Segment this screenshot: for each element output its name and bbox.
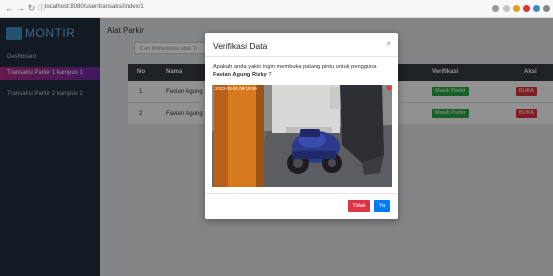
- extension-icon[interactable]: [523, 5, 530, 12]
- address-bar[interactable]: localhost:8080/user/transaksi/index/1: [45, 4, 144, 10]
- arrow-left-icon[interactable]: ←: [4, 3, 15, 14]
- menu-icon[interactable]: [543, 5, 550, 12]
- modal-title: Verifikasi Data: [213, 41, 268, 51]
- camera-snapshot: 2023-03-01 09:19:06: [212, 85, 392, 187]
- modal-message: Apakah anda yakin ingin membuka palang p…: [213, 63, 391, 79]
- divider: [205, 193, 398, 194]
- close-icon[interactable]: ×: [386, 39, 391, 48]
- message-end: ?: [266, 72, 272, 78]
- user-name: Favian Agung Rizky: [213, 72, 267, 78]
- camera-image: [212, 85, 392, 187]
- extension-icon[interactable]: [513, 5, 520, 12]
- camera-timestamp: 2023-03-01 09:19:06: [215, 86, 257, 91]
- browser-toolbar: ← → ↻ ⓘ localhost:8080/user/transaksi/in…: [0, 0, 553, 18]
- divider: [205, 56, 398, 57]
- arrow-right-icon[interactable]: →: [15, 3, 26, 14]
- message-text: Apakah anda yakin ingin membuka palang p…: [213, 64, 377, 70]
- star-icon[interactable]: [492, 5, 499, 12]
- extension-icon[interactable]: [533, 5, 540, 12]
- extension-icon[interactable]: [503, 5, 510, 12]
- cancel-button[interactable]: Tidak: [348, 200, 370, 212]
- verification-modal: Verifikasi Data × Apakah anda yakin ingi…: [205, 33, 398, 219]
- confirm-button[interactable]: Ya: [374, 200, 390, 212]
